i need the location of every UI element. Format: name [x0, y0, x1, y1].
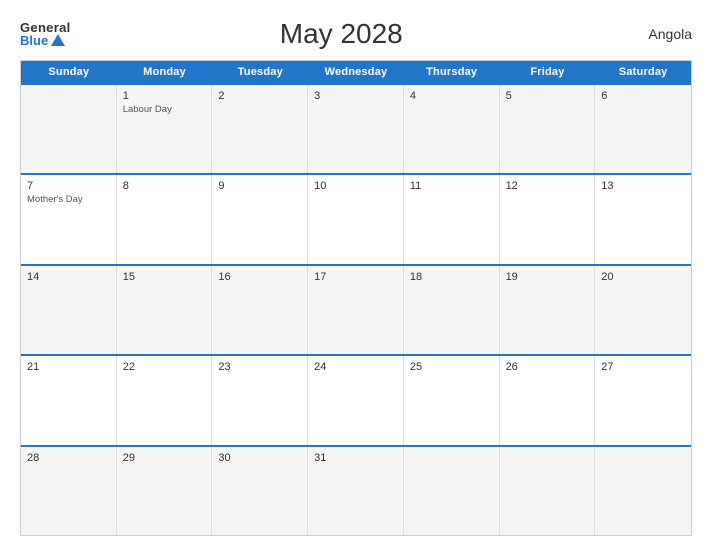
day-cell: 20 — [595, 266, 691, 354]
day-number: 14 — [27, 271, 110, 283]
day-cell: 7 Mother's Day — [21, 175, 117, 263]
day-cell: 3 — [308, 85, 404, 173]
day-cell: 21 — [21, 356, 117, 444]
day-cell: 12 — [500, 175, 596, 263]
day-number: 15 — [123, 271, 206, 283]
day-number: 30 — [218, 452, 301, 464]
day-number: 6 — [601, 90, 685, 102]
day-cell: 9 — [212, 175, 308, 263]
day-cell: 16 — [212, 266, 308, 354]
day-number: 17 — [314, 271, 397, 283]
day-number: 10 — [314, 180, 397, 192]
day-header-wednesday: Wednesday — [308, 61, 404, 83]
day-cell: 18 — [404, 266, 500, 354]
day-number: 23 — [218, 361, 301, 373]
day-cell: 25 — [404, 356, 500, 444]
day-number: 22 — [123, 361, 206, 373]
day-number: 13 — [601, 180, 685, 192]
day-number: 3 — [314, 90, 397, 102]
day-header-sunday: Sunday — [21, 61, 117, 83]
day-header-tuesday: Tuesday — [212, 61, 308, 83]
week-row-2: 7 Mother's Day 89 10 11 12 13 — [21, 173, 691, 263]
day-cell — [595, 447, 691, 535]
logo-triangle-icon — [51, 34, 65, 46]
day-number: 19 — [506, 271, 589, 283]
day-number: 28 — [27, 452, 110, 464]
logo: General Blue — [20, 21, 71, 47]
day-cell: 6 — [595, 85, 691, 173]
day-number: 25 — [410, 361, 493, 373]
day-number: 8 — [123, 180, 206, 192]
day-cell: 2 — [212, 85, 308, 173]
day-number: 26 — [506, 361, 589, 373]
day-cell: 1 Labour Day — [117, 85, 213, 173]
day-number: 12 — [506, 180, 589, 192]
day-cell: 31 — [308, 447, 404, 535]
day-event: Mother's Day — [27, 194, 110, 205]
day-cell — [404, 447, 500, 535]
week-row-1: 1 Labour Day 2 3 4 56 — [21, 83, 691, 173]
day-cell: 26 — [500, 356, 596, 444]
day-cell: 24 — [308, 356, 404, 444]
day-number: 31 — [314, 452, 397, 464]
day-cell: 10 — [308, 175, 404, 263]
day-number: 29 — [123, 452, 206, 464]
day-cell: 30 — [212, 447, 308, 535]
day-header-thursday: Thursday — [404, 61, 500, 83]
day-number: 11 — [410, 180, 493, 192]
day-number: 20 — [601, 271, 685, 283]
day-number: 9 — [218, 180, 301, 192]
day-number: 21 — [27, 361, 110, 373]
day-event: Labour Day — [123, 104, 206, 115]
day-headers: SundayMondayTuesdayWednesdayThursdayFrid… — [21, 61, 691, 83]
day-cell — [500, 447, 596, 535]
day-cell: 19 — [500, 266, 596, 354]
header: General Blue May 2028 Angola — [20, 18, 692, 50]
week-row-5: 28 29 30 31 — [21, 445, 691, 535]
day-cell: 11 — [404, 175, 500, 263]
day-cell: 5 — [500, 85, 596, 173]
day-cell: 17 — [308, 266, 404, 354]
day-cell: 14 — [21, 266, 117, 354]
day-number: 7 — [27, 180, 110, 192]
day-header-saturday: Saturday — [595, 61, 691, 83]
day-cell: 13 — [595, 175, 691, 263]
day-number: 5 — [506, 90, 589, 102]
day-cell: 27 — [595, 356, 691, 444]
day-number: 27 — [601, 361, 685, 373]
day-number: 16 — [218, 271, 301, 283]
day-cell: 22 — [117, 356, 213, 444]
day-number: 24 — [314, 361, 397, 373]
day-number: 1 — [123, 90, 206, 102]
day-cell: 28 — [21, 447, 117, 535]
day-cell: 4 — [404, 85, 500, 173]
day-number: 2 — [218, 90, 301, 102]
week-row-3: 14 15 16 17 18 19 20 — [21, 264, 691, 354]
day-cell: 8 — [117, 175, 213, 263]
day-cell — [21, 85, 117, 173]
day-cell: 23 — [212, 356, 308, 444]
day-cell: 29 — [117, 447, 213, 535]
day-cell: 15 — [117, 266, 213, 354]
day-number: 18 — [410, 271, 493, 283]
logo-blue-text: Blue — [20, 34, 65, 47]
day-header-monday: Monday — [117, 61, 213, 83]
weeks: 1Labour Day234567Mother's Day89101112131… — [21, 83, 691, 535]
calendar: SundayMondayTuesdayWednesdayThursdayFrid… — [20, 60, 692, 536]
country-label: Angola — [612, 26, 692, 42]
week-row-4: 21 22 23 24 25 26 27 — [21, 354, 691, 444]
calendar-title: May 2028 — [71, 18, 612, 50]
day-number: 4 — [410, 90, 493, 102]
page: General Blue May 2028 Angola SundayMonda… — [0, 0, 712, 550]
day-header-friday: Friday — [500, 61, 596, 83]
